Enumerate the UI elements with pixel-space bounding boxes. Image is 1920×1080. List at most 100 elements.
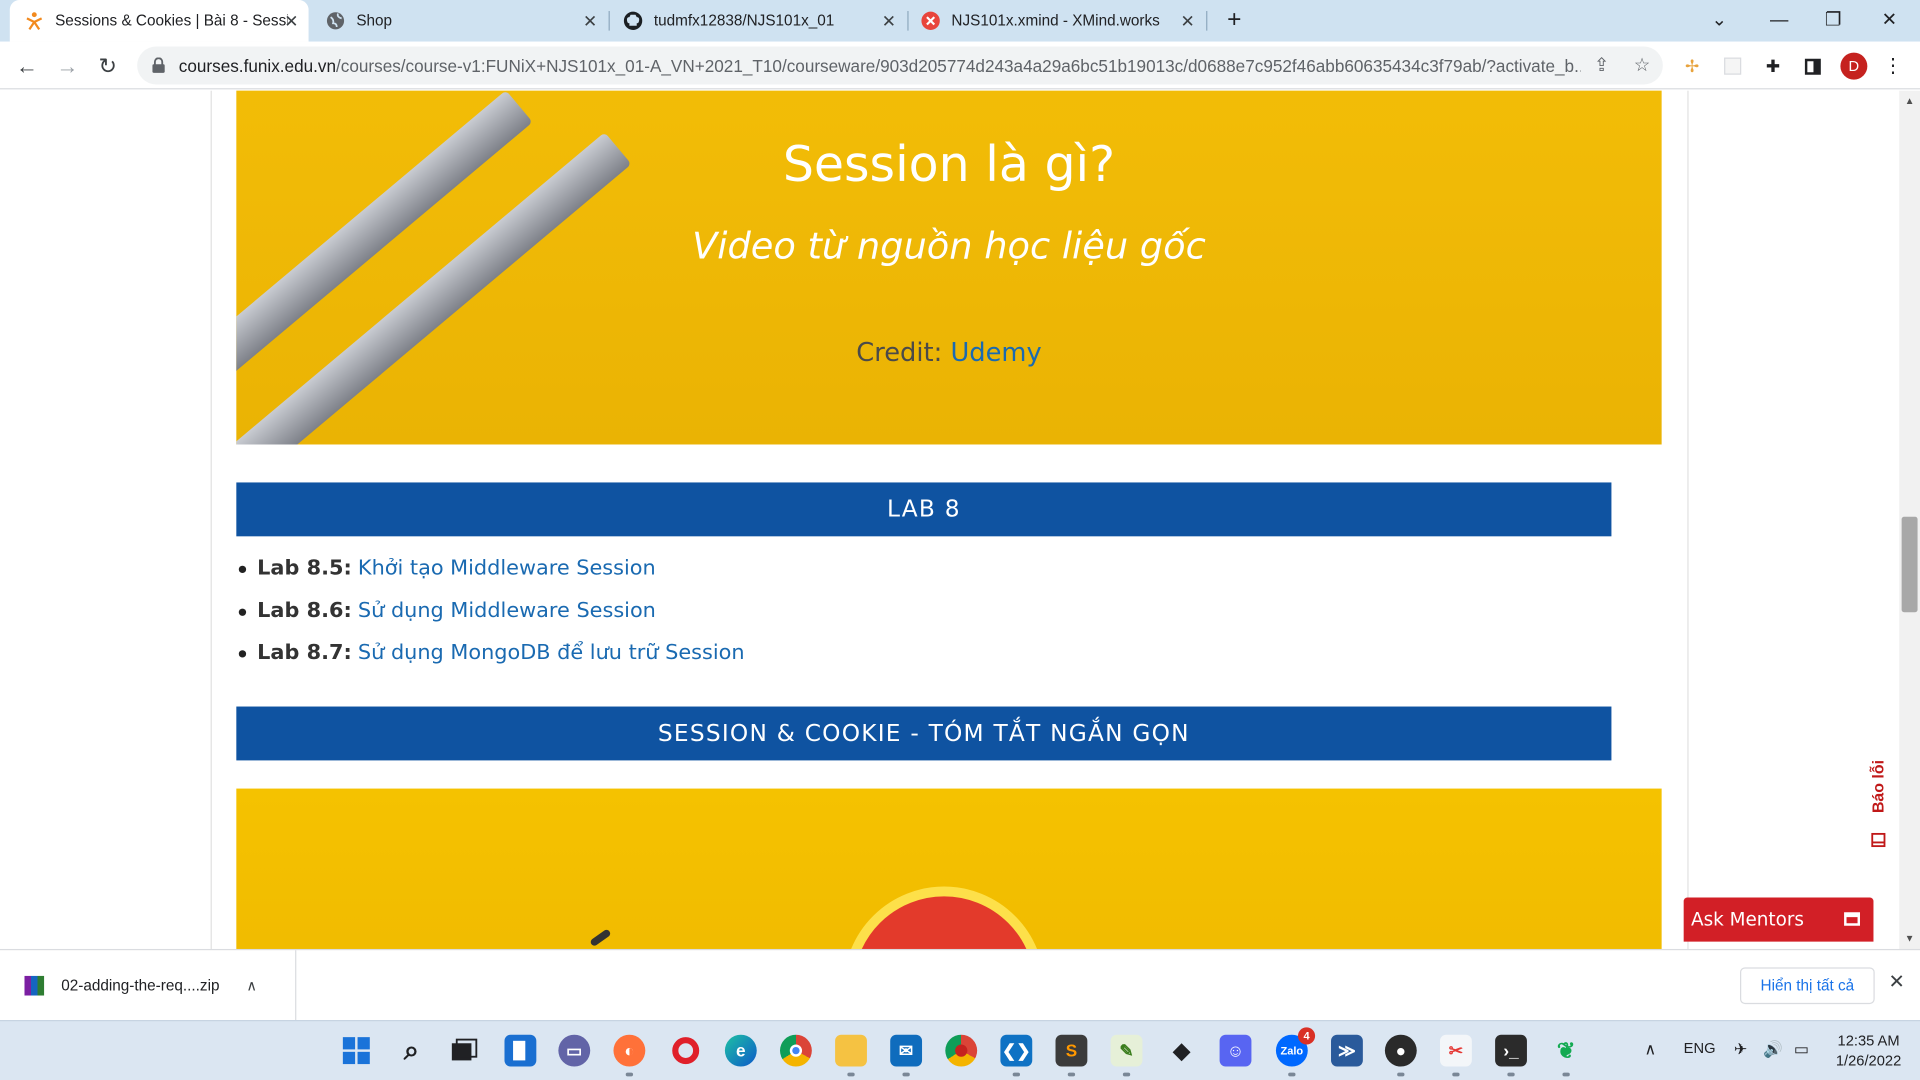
tab-sessions-cookies[interactable]: Sessions & Cookies | Bài 8 - Session ✕ — [9, 0, 309, 42]
video-hero-image[interactable]: Session là gì? Video từ nguồn học liệu g… — [236, 90, 1662, 445]
lab-link[interactable]: Khởi tạo Middleware Session — [358, 556, 656, 580]
volume-icon[interactable]: 🔊 — [1763, 1040, 1783, 1060]
tab-divider — [1206, 11, 1208, 31]
inkscape-icon[interactable]: ◆ — [1166, 1035, 1198, 1067]
menu-kebab-icon[interactable]: ⋮ — [1881, 54, 1905, 78]
teams-chat-icon[interactable]: ▭ — [558, 1034, 591, 1067]
close-window-button[interactable]: ✕ — [1873, 5, 1905, 37]
forward-button[interactable]: → — [51, 50, 83, 82]
vscode-icon[interactable]: ❮❯ — [1000, 1034, 1033, 1077]
ask-mentors-button[interactable]: Ask Mentors — [1683, 897, 1874, 942]
lock-icon[interactable] — [149, 57, 166, 74]
opera-icon[interactable] — [670, 1035, 702, 1067]
close-tab-icon[interactable]: ✕ — [879, 11, 899, 31]
extension-figure-icon[interactable]: ✢ — [1680, 54, 1704, 78]
tab-title: tudmfx12838/NJS101x_01 — [653, 12, 835, 30]
new-tab-button[interactable]: + — [1220, 6, 1249, 35]
tab-github[interactable]: tudmfx12838/NJS101x_01 ✕ — [612, 0, 906, 42]
url-text[interactable]: courses.funix.edu.vn/courses/course-v1:F… — [179, 56, 1581, 76]
extensions-puzzle-icon[interactable]: ✚ — [1761, 54, 1785, 78]
back-button[interactable]: ← — [11, 50, 43, 82]
powershell-icon[interactable]: ≫ — [1331, 1034, 1363, 1067]
ask-mentors-label: Ask Mentors — [1691, 908, 1804, 931]
red-circle-graphic — [843, 886, 1045, 949]
scroll-thumb[interactable] — [1901, 516, 1918, 613]
xmind-icon — [921, 11, 941, 31]
edge-icon[interactable]: e — [724, 1034, 757, 1067]
summary-video-image[interactable] — [236, 788, 1662, 949]
side-panel-icon[interactable] — [1800, 54, 1824, 78]
airplane-mode-icon[interactable]: ✈ — [1734, 1040, 1747, 1060]
clock-date: 1/26/2022 — [1835, 1051, 1902, 1069]
zip-file-icon — [24, 975, 45, 996]
lab-list: Lab 8.5: Khởi tạo Middleware Session Lab… — [236, 547, 745, 674]
file-explorer-icon[interactable] — [835, 1034, 867, 1077]
content-border-left — [210, 90, 212, 949]
github-icon — [623, 11, 643, 31]
reload-button[interactable]: ↻ — [92, 50, 124, 82]
lab-banner: LAB 8 — [236, 482, 1612, 537]
tab-divider — [608, 11, 610, 31]
bookmark-star-icon[interactable]: ☆ — [1630, 54, 1654, 78]
lab-link[interactable]: Sử dụng MongoDB để lưu trữ Session — [358, 641, 745, 665]
windows-start-icon[interactable] — [340, 1035, 372, 1067]
task-view-icon[interactable] — [448, 1035, 480, 1067]
tray-chevron-up-icon[interactable]: ∧ — [1644, 1040, 1656, 1060]
battery-icon[interactable]: ▭ — [1794, 1040, 1809, 1060]
minimize-button[interactable]: — — [1763, 5, 1795, 37]
firefox-icon[interactable]: ◐ — [613, 1034, 646, 1077]
page-viewport: Session là gì? Video từ nguồn học liệu g… — [0, 90, 1920, 949]
report-error-tab[interactable]: Báo lỗi — [1856, 759, 1905, 857]
chevron-up-icon[interactable]: ∧ — [246, 977, 257, 994]
search-icon[interactable]: ⌕ — [396, 1035, 428, 1067]
chrome-profile-icon[interactable] — [945, 1034, 978, 1067]
scroll-down-arrow-icon[interactable]: ▼ — [1899, 928, 1920, 949]
obs-icon[interactable]: ● — [1384, 1034, 1417, 1077]
list-item: Lab 8.7: Sử dụng MongoDB để lưu trữ Sess… — [236, 632, 745, 674]
download-item[interactable]: 02-adding-the-req....zip ∧ — [0, 950, 297, 1022]
taskbar: ⌕ ▭ ◐ e ✉ ❮❯ S ✎ ◆ ☺ Zalo 4 ≫ ● ✂ ›_ ❦ ∧ … — [0, 1020, 1920, 1080]
credit-link[interactable]: Udemy — [950, 338, 1041, 367]
discord-icon[interactable]: ☺ — [1219, 1034, 1252, 1067]
lab-link[interactable]: Sử dụng Middleware Session — [358, 598, 656, 622]
show-all-downloads-button[interactable]: Hiển thị tất cả — [1740, 967, 1875, 1005]
hero-title: Session là gì? — [782, 137, 1116, 194]
clock-time: 12:35 AM — [1837, 1032, 1900, 1050]
share-icon[interactable]: ⇪ — [1589, 54, 1613, 78]
language-indicator[interactable]: ENG — [1684, 1040, 1716, 1057]
browser-toolbar: ← → ↻ courses.funix.edu.vn/courses/cours… — [0, 41, 1920, 90]
page-scrollbar[interactable]: ▲ ▼ — [1899, 90, 1920, 949]
sublime-text-icon[interactable]: S — [1055, 1034, 1088, 1077]
url-host: courses.funix.edu.vn — [178, 55, 337, 76]
address-bar[interactable]: courses.funix.edu.vn/courses/course-v1:F… — [137, 46, 1663, 85]
terminal-icon[interactable]: ›_ — [1495, 1034, 1527, 1077]
tab-xmind[interactable]: NJS101x.xmind - XMind.works ✕ — [911, 0, 1205, 42]
lab-code: Lab 8.6: — [257, 598, 352, 623]
mongodb-icon[interactable]: ❦ — [1550, 1035, 1582, 1077]
scroll-up-arrow-icon[interactable]: ▲ — [1899, 91, 1920, 112]
funix-icon — [24, 11, 44, 31]
widgets-icon[interactable] — [504, 1034, 537, 1067]
profile-avatar[interactable]: D — [1840, 52, 1868, 80]
close-tab-icon[interactable]: ✕ — [1178, 11, 1198, 31]
download-file-name: 02-adding-the-req....zip — [61, 977, 220, 995]
chrome-icon[interactable] — [780, 1034, 812, 1067]
close-tab-icon[interactable]: ✕ — [282, 11, 302, 31]
tab-title: NJS101x.xmind - XMind.works — [951, 12, 1160, 30]
tab-shop[interactable]: Shop ✕ — [313, 0, 607, 42]
mail-icon[interactable]: ✉ — [890, 1034, 923, 1077]
snipping-tool-icon[interactable]: ✂ — [1440, 1034, 1472, 1077]
tab-divider — [907, 11, 909, 31]
extension-blank-icon[interactable] — [1720, 54, 1744, 78]
zalo-icon[interactable]: Zalo 4 — [1275, 1027, 1316, 1077]
content-border-right — [1687, 90, 1689, 949]
close-download-bar-icon[interactable]: ✕ — [1884, 971, 1908, 995]
tab-search-chevron-icon[interactable]: ⌄ — [1703, 5, 1735, 37]
download-bar: 02-adding-the-req....zip ∧ Hiển thị tất … — [0, 948, 1920, 1022]
hero-credit: Credit: Udemy — [236, 338, 1661, 367]
clock[interactable]: 12:35 AM 1/26/2022 — [1829, 1031, 1907, 1070]
report-error-label: Báo lỗi — [1868, 759, 1887, 814]
restore-button[interactable]: ❐ — [1817, 5, 1849, 37]
close-tab-icon[interactable]: ✕ — [580, 11, 600, 31]
paint-icon[interactable]: ✎ — [1110, 1034, 1143, 1077]
